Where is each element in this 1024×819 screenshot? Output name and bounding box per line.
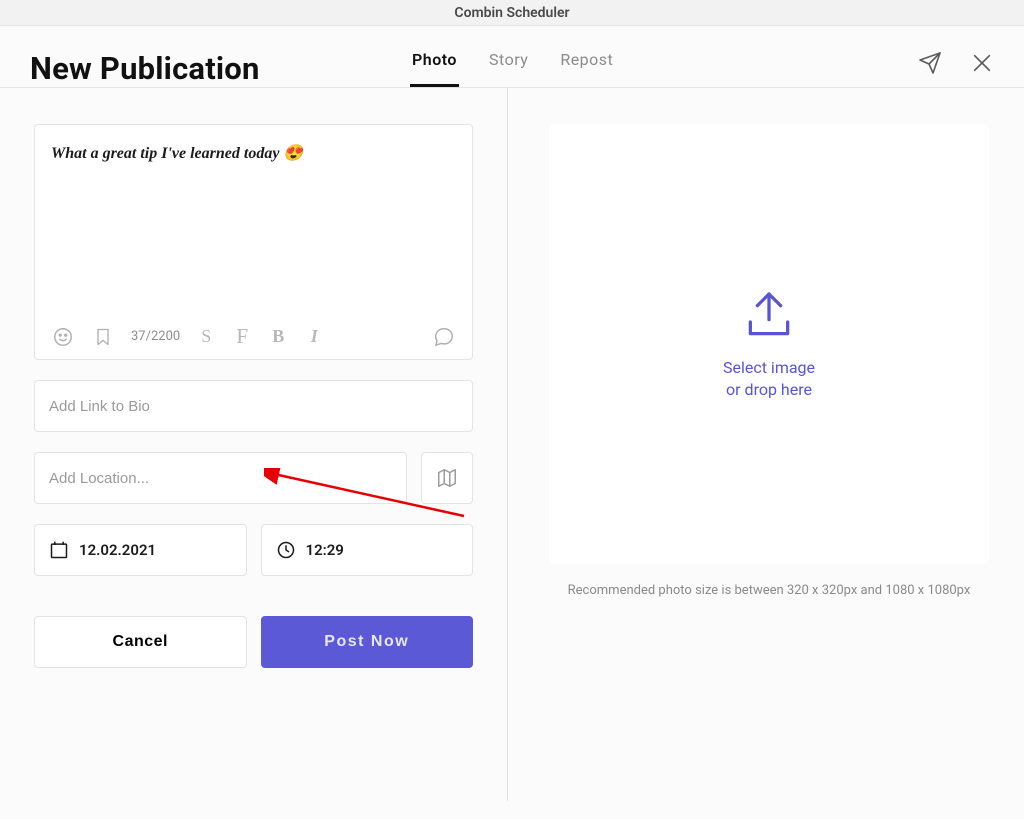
location-row xyxy=(34,452,473,504)
page-title: New Publication xyxy=(30,50,260,87)
drop-zone-text: Select image or drop here xyxy=(723,357,815,402)
publication-tabs: Photo Story Repost xyxy=(410,44,615,87)
location-field[interactable] xyxy=(34,452,407,504)
char-count: 37/2200 xyxy=(131,329,180,344)
bookmark-icon[interactable] xyxy=(91,325,115,349)
tab-story[interactable]: Story xyxy=(487,44,530,87)
left-column: What a great tip I've learned today 😍 37… xyxy=(0,88,508,801)
image-drop-zone[interactable]: Select image or drop here xyxy=(549,124,989,564)
style-script-button[interactable]: F xyxy=(232,324,252,349)
date-time-row: 12.02.2021 12:29 xyxy=(34,524,473,576)
upload-icon xyxy=(741,287,797,343)
send-icon[interactable] xyxy=(918,51,942,75)
header-actions xyxy=(918,51,994,87)
cancel-button[interactable]: Cancel xyxy=(34,616,247,668)
style-italic-button[interactable]: I xyxy=(304,326,324,347)
map-button[interactable] xyxy=(421,452,473,504)
caption-toolbar: 37/2200 S F B I xyxy=(51,324,456,349)
clock-icon xyxy=(276,540,296,560)
comment-icon[interactable] xyxy=(432,325,456,349)
content: What a great tip I've learned today 😍 37… xyxy=(0,88,1024,801)
time-value: 12:29 xyxy=(306,541,344,559)
action-row: Cancel Post Now xyxy=(34,616,473,668)
tab-repost[interactable]: Repost xyxy=(558,44,615,87)
drop-zone-line2: or drop here xyxy=(723,379,815,401)
tab-photo[interactable]: Photo xyxy=(410,44,459,87)
recommended-size-text: Recommended photo size is between 320 x … xyxy=(568,582,971,600)
date-value: 12.02.2021 xyxy=(79,541,156,559)
style-bold-button[interactable]: B xyxy=(268,326,288,347)
caption-textarea[interactable]: What a great tip I've learned today 😍 xyxy=(51,143,456,324)
app-title: Combin Scheduler xyxy=(454,5,569,21)
style-s-button[interactable]: S xyxy=(196,326,216,347)
time-field[interactable]: 12:29 xyxy=(261,524,474,576)
link-in-bio-field[interactable] xyxy=(34,380,473,432)
emoji-icon[interactable] xyxy=(51,325,75,349)
post-now-button[interactable]: Post Now xyxy=(261,616,474,668)
caption-box: What a great tip I've learned today 😍 37… xyxy=(34,124,473,360)
calendar-icon xyxy=(49,540,69,560)
location-input[interactable] xyxy=(49,470,392,487)
close-icon[interactable] xyxy=(970,51,994,75)
date-field[interactable]: 12.02.2021 xyxy=(34,524,247,576)
right-column: Select image or drop here Recommended ph… xyxy=(508,88,1024,801)
drop-zone-line1: Select image xyxy=(723,357,815,379)
header: New Publication Photo Story Repost xyxy=(0,26,1024,88)
app-title-bar: Combin Scheduler xyxy=(0,0,1024,26)
link-in-bio-input[interactable] xyxy=(49,398,458,415)
